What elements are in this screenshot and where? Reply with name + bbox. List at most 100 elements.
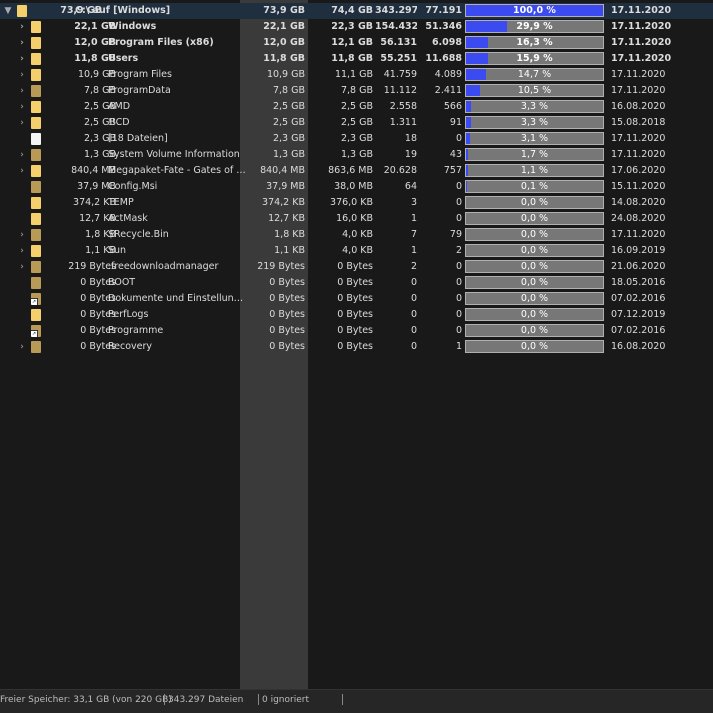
folder-name[interactable]: PerfLogs	[108, 307, 246, 323]
expand-arrow-icon[interactable]: ›	[17, 339, 27, 355]
expand-arrow-icon[interactable]	[17, 275, 27, 291]
tree-row[interactable]: ›1,8 KB$Recycle.Bin1,8 KB4,0 KB7790,0 %1…	[0, 227, 713, 243]
folder-name[interactable]: Programme	[108, 323, 246, 339]
expand-arrow-icon[interactable]: ›	[17, 99, 27, 115]
file-count-text: 343.297 Dateien	[168, 692, 243, 708]
folder-name[interactable]: Program Files (x86)	[108, 35, 246, 51]
expand-arrow-icon[interactable]	[17, 195, 27, 211]
percent-bar: 10,5 %	[465, 84, 604, 97]
size-cell: 374,2 KB	[50, 195, 116, 211]
modified-date-cell: 16.08.2020	[611, 99, 691, 115]
folder-icon	[31, 229, 41, 241]
tree-row[interactable]: 12,7 KBActMask12,7 KB16,0 KB100,0 %24.08…	[0, 211, 713, 227]
expand-arrow-icon[interactable]: ›	[17, 51, 27, 67]
modified-date-cell: 17.11.2020	[611, 51, 691, 67]
tree-root-row[interactable]: ▼73,9 GBC:\ auf [Windows]73,9 GB74,4 GB3…	[0, 3, 713, 19]
expand-arrow-icon[interactable]	[17, 307, 27, 323]
expand-arrow-icon[interactable]: ›	[17, 19, 27, 35]
folder-name[interactable]: ProgramData	[108, 83, 246, 99]
folder-name[interactable]: Windows	[108, 19, 246, 35]
folder-name[interactable]: BOOT	[108, 275, 246, 291]
tree-row[interactable]: ›0 BytesRecovery0 Bytes0 Bytes010,0 %16.…	[0, 339, 713, 355]
folder-name[interactable]: Program Files	[108, 67, 246, 83]
tree-row[interactable]: 2,3 GB[18 Dateien]2,3 GB2,3 GB1803,1 %17…	[0, 131, 713, 147]
percent-bar: 0,0 %	[465, 260, 604, 273]
folder-name[interactable]: .freedownloadmanager	[108, 259, 246, 275]
tree-row[interactable]: 0 BytesPerfLogs0 Bytes0 Bytes000,0 %07.1…	[0, 307, 713, 323]
file-count-cell: 343.297	[375, 3, 417, 19]
percent-bar: 29,9 %	[465, 20, 604, 33]
folder-name[interactable]: AMD	[108, 99, 246, 115]
percent-label: 16,3 %	[466, 37, 603, 49]
file-count-cell: 0	[375, 339, 417, 355]
status-bar: Freier Speicher: 33,1 GB (von 220 GB) 34…	[0, 689, 713, 713]
tree-row[interactable]: ›219 Bytes.freedownloadmanager219 Bytes0…	[0, 259, 713, 275]
folder-name[interactable]: [18 Dateien]	[108, 131, 246, 147]
folder-name[interactable]: Dokumente und Einstellungen	[108, 291, 246, 307]
disk-size-cell: 11,8 GB	[310, 51, 373, 67]
folder-name[interactable]: System Volume Information	[108, 147, 246, 163]
folder-name[interactable]: Sun	[108, 243, 246, 259]
tree-row[interactable]: ›10,9 GBProgram Files10,9 GB11,1 GB41.75…	[0, 67, 713, 83]
modified-date-cell: 07.12.2019	[611, 307, 691, 323]
folder-icon	[31, 37, 41, 49]
tree-row[interactable]: 0 BytesBOOT0 Bytes0 Bytes000,0 %18.05.20…	[0, 275, 713, 291]
tree-row[interactable]: ›22,1 GBWindows22,1 GB22,3 GB154.43251.3…	[0, 19, 713, 35]
percent-bar: 15,9 %	[465, 52, 604, 65]
expand-arrow-icon[interactable]: ›	[17, 115, 27, 131]
tree-row[interactable]: ›7,8 GBProgramData7,8 GB7,8 GB11.1122.41…	[0, 83, 713, 99]
tree-row[interactable]: ↗0 BytesDokumente und Einstellungen0 Byt…	[0, 291, 713, 307]
tree-row[interactable]: ›11,8 GBUsers11,8 GB11,8 GB55.25111.6881…	[0, 51, 713, 67]
modified-date-cell: 14.08.2020	[611, 195, 691, 211]
expand-arrow-icon[interactable]: ›	[17, 259, 27, 275]
disk-size-cell: 1,3 GB	[310, 147, 373, 163]
expand-arrow-icon[interactable]	[17, 291, 27, 307]
expand-arrow-icon[interactable]: ›	[17, 227, 27, 243]
expand-arrow-icon[interactable]: ›	[17, 147, 27, 163]
folder-name[interactable]: Config.Msi	[108, 179, 246, 195]
tree-row[interactable]: ›2,5 GB!!CD2,5 GB2,5 GB1.311913,3 %15.08…	[0, 115, 713, 131]
disk-size-cell: 2,3 GB	[310, 131, 373, 147]
folder-count-cell: 6.098	[420, 35, 462, 51]
tree-row[interactable]: ›1,3 GBSystem Volume Information1,3 GB1,…	[0, 147, 713, 163]
tree-row[interactable]: ›840,4 MBMegapaket-Fate - Gates of D...8…	[0, 163, 713, 179]
expand-arrow-icon[interactable]	[17, 323, 27, 339]
expand-arrow-icon[interactable]: ›	[17, 83, 27, 99]
folder-name[interactable]: C:\ auf [Windows]	[75, 3, 213, 19]
tree-row[interactable]: ↗0 BytesProgramme0 Bytes0 Bytes000,0 %07…	[0, 323, 713, 339]
tree-row[interactable]: ›12,0 GBProgram Files (x86)12,0 GB12,1 G…	[0, 35, 713, 51]
percent-label: 0,0 %	[466, 229, 603, 241]
tree-row[interactable]: 37,9 MBConfig.Msi37,9 MB38,0 MB6400,1 %1…	[0, 179, 713, 195]
folder-name[interactable]: Megapaket-Fate - Gates of D...	[108, 163, 246, 179]
allocated-cell: 73,9 GB	[240, 3, 305, 19]
size-cell: 840,4 MB	[50, 163, 116, 179]
folder-icon	[31, 277, 41, 289]
percent-label: 14,7 %	[466, 69, 603, 81]
file-count-cell: 0	[375, 323, 417, 339]
modified-date-cell: 16.08.2020	[611, 339, 691, 355]
folder-name[interactable]: $Recycle.Bin	[108, 227, 246, 243]
expand-arrow-icon[interactable]	[17, 211, 27, 227]
folder-name[interactable]: !!CD	[108, 115, 246, 131]
folder-name[interactable]: ActMask	[108, 211, 246, 227]
folder-icon	[31, 197, 41, 209]
collapse-arrow-icon[interactable]: ▼	[3, 3, 13, 19]
free-space-text: Freier Speicher: 33,1 GB (von 220 GB)	[0, 692, 172, 708]
file-count-cell: 55.251	[375, 51, 417, 67]
folder-name[interactable]: Recovery	[108, 339, 246, 355]
expand-arrow-icon[interactable]	[17, 131, 27, 147]
file-count-cell: 64	[375, 179, 417, 195]
tree-row[interactable]: 374,2 KBTEMP374,2 KB376,0 KB300,0 %14.08…	[0, 195, 713, 211]
tree-row[interactable]: ›2,5 GBAMD2,5 GB2,5 GB2.5585663,3 %16.08…	[0, 99, 713, 115]
expand-arrow-icon[interactable]: ›	[17, 163, 27, 179]
folder-icon	[17, 5, 27, 17]
folder-name[interactable]: Users	[108, 51, 246, 67]
expand-arrow-icon[interactable]: ›	[17, 35, 27, 51]
expand-arrow-icon[interactable]: ›	[17, 243, 27, 259]
tree-row[interactable]: ›1,1 KBSun1,1 KB4,0 KB120,0 %16.09.2019	[0, 243, 713, 259]
folder-name[interactable]: TEMP	[108, 195, 246, 211]
expand-arrow-icon[interactable]: ›	[17, 67, 27, 83]
expand-arrow-icon[interactable]	[17, 179, 27, 195]
percent-bar: 1,7 %	[465, 148, 604, 161]
folder-count-cell: 0	[420, 323, 462, 339]
